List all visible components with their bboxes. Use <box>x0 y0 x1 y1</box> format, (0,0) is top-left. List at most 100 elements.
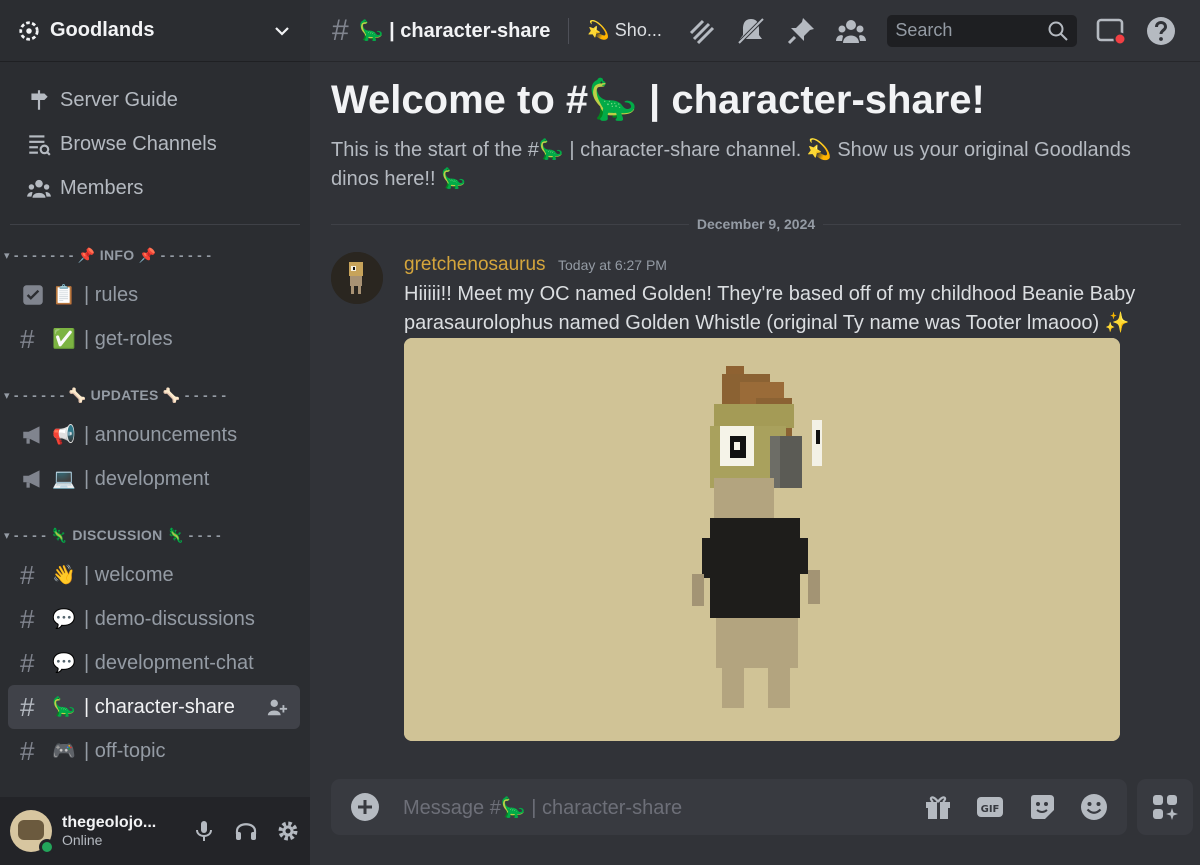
threads-icon[interactable] <box>685 15 717 47</box>
channel-emoji: 💻 <box>52 469 76 490</box>
user-panel: thegeolojo... Online <box>0 797 310 865</box>
server-guide-link[interactable]: Server Guide <box>8 78 302 122</box>
user-info[interactable]: thegeolojo... Online <box>62 814 174 848</box>
avatar[interactable] <box>10 810 55 855</box>
category-info[interactable]: ▾ - - - - - - - 📌 INFO 📌 - - - - - - <box>0 241 310 269</box>
apps-icon <box>1153 795 1178 820</box>
chat-area: Welcome to #🦕 | character-share! This is… <box>310 62 1200 777</box>
collapse-caret-icon: ▾ <box>4 529 10 542</box>
server-name: Goodlands <box>50 19 155 41</box>
header-divider <box>568 17 570 44</box>
channel-topic[interactable]: 💫 Sho... <box>587 20 667 41</box>
message-header: gretchenosaurus Today at 6:27 PM <box>404 254 667 276</box>
add-attachment-icon[interactable] <box>349 791 381 823</box>
category-discussion-label: - - - - 🦎 DISCUSSION 🦎 - - - - <box>13 526 222 543</box>
collapse-caret-icon: ▾ <box>4 389 10 402</box>
gif-icon[interactable]: GIF <box>975 792 1005 822</box>
signpost-icon <box>31 90 48 110</box>
date-divider: December 9, 2024 <box>331 214 1181 234</box>
avatar[interactable] <box>331 252 383 304</box>
hash-icon: # <box>20 735 35 766</box>
channel-label: | off-topic <box>84 739 166 762</box>
channel-development[interactable]: 💻 | development <box>8 457 300 501</box>
megaphone-icon <box>23 470 40 488</box>
channel-demo-discussions[interactable]: # 💬 | demo-discussions <box>8 597 300 641</box>
emoji-icon[interactable] <box>1079 792 1109 822</box>
category-info-label: - - - - - - - 📌 INFO 📌 - - - - - - <box>13 246 212 263</box>
svg-text:GIF: GIF <box>981 804 1000 815</box>
hash-icon: # <box>20 691 35 722</box>
channel-announcements[interactable]: 📢 | announcements <box>8 413 300 457</box>
browse-channels-label: Browse Channels <box>60 132 217 155</box>
hash-icon: # <box>20 323 35 354</box>
channel-emoji: 📋 <box>52 285 76 306</box>
channel-emoji: 👋 <box>52 565 76 586</box>
notification-muted-icon[interactable] <box>735 15 767 47</box>
channel-label: | get-roles <box>84 327 173 350</box>
microphone-icon[interactable] <box>192 819 216 843</box>
online-status-icon <box>39 839 55 855</box>
sidebar-divider <box>10 224 300 225</box>
user-status: Online <box>62 832 103 848</box>
hash-icon: # <box>20 603 35 634</box>
channel-rules[interactable]: 📋 | rules <box>8 273 300 317</box>
channel-get-roles[interactable]: # ✅ | get-roles <box>8 317 300 361</box>
username: thegeolojo... <box>62 814 157 831</box>
hash-icon: # <box>332 13 349 47</box>
channel-label: | rules <box>84 283 139 306</box>
create-invite-icon[interactable] <box>266 696 288 718</box>
author-avatar-image <box>331 252 383 304</box>
channel-sidebar: Goodlands Server Guide Browse Channels M… <box>0 0 310 865</box>
gear-icon[interactable] <box>276 819 300 843</box>
channel-emoji: 💬 <box>52 653 76 674</box>
channel-title: 🦕 | character-share <box>358 20 551 42</box>
search-input[interactable]: Search <box>887 14 1078 47</box>
channel-label: | development-chat <box>84 651 254 674</box>
gift-icon[interactable] <box>923 792 953 822</box>
members-link[interactable]: Members <box>8 166 302 210</box>
welcome-title: Welcome to #🦕 | character-share! <box>331 78 985 122</box>
channel-welcome[interactable]: # 👋 | welcome <box>8 553 300 597</box>
channel-emoji: 📢 <box>52 425 76 446</box>
browse-channels-link[interactable]: Browse Channels <box>8 122 302 166</box>
channel-label: | character-share <box>84 695 235 718</box>
megaphone-icon <box>23 426 40 444</box>
channel-character-share[interactable]: # 🦕 | character-share <box>8 685 300 729</box>
channel-label: | development <box>84 467 210 490</box>
search-icon <box>1048 21 1069 41</box>
pixel-dino-image <box>404 338 1120 741</box>
channel-label: | announcements <box>84 423 238 446</box>
category-updates[interactable]: ▾ - - - - - - 🦴 UPDATES 🦴 - - - - - <box>0 381 310 409</box>
date-divider-label: December 9, 2024 <box>696 216 816 232</box>
channel-emoji: 💬 <box>52 609 76 630</box>
channel-development-chat[interactable]: # 💬 | development-chat <box>8 641 300 685</box>
browse-icon <box>29 135 51 156</box>
server-guide-label: Server Guide <box>60 88 178 111</box>
message-input[interactable]: Message #🦕 | character-share <box>403 795 901 820</box>
image-attachment[interactable] <box>404 338 1120 741</box>
channel-off-topic[interactable]: # 🎮 | off-topic <box>8 729 300 773</box>
members-label: Members <box>60 176 144 199</box>
message-timestamp: Today at 6:27 PM <box>558 257 667 273</box>
channel-label: | demo-discussions <box>84 607 255 630</box>
channel-label: | welcome <box>84 563 174 586</box>
apps-button[interactable] <box>1137 779 1193 835</box>
channel-emoji: ✅ <box>52 329 76 350</box>
chevron-down-icon[interactable] <box>272 21 292 41</box>
welcome-description: This is the start of the #🦕 | character-… <box>331 139 1131 190</box>
category-discussion[interactable]: ▾ - - - - 🦎 DISCUSSION 🦎 - - - - <box>0 521 310 549</box>
pin-icon[interactable] <box>785 15 817 47</box>
channel-emoji: 🦕 <box>52 697 76 718</box>
rules-channel-icon <box>23 285 43 305</box>
channel-header: # 🦕 | character-share 💫 Sho... Search <box>310 0 1200 62</box>
collapse-caret-icon: ▾ <box>4 249 10 262</box>
member-list-icon[interactable] <box>835 15 867 47</box>
hash-icon: # <box>20 559 35 590</box>
server-header[interactable]: Goodlands <box>0 0 310 62</box>
sticker-icon[interactable] <box>1027 792 1057 822</box>
message-composer[interactable]: Message #🦕 | character-share GIF <box>331 779 1127 835</box>
inbox-icon[interactable] <box>1095 15 1127 47</box>
message-author[interactable]: gretchenosaurus <box>404 254 546 275</box>
headphones-icon[interactable] <box>234 819 258 843</box>
help-icon[interactable] <box>1145 15 1177 47</box>
